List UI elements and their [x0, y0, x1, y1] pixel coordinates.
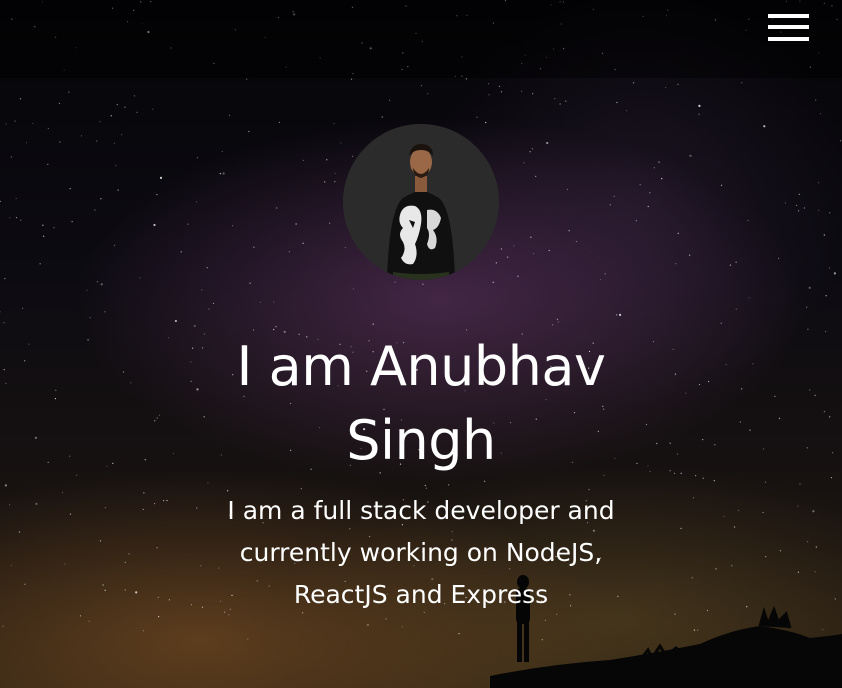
- hamburger-bar: [768, 25, 809, 29]
- hero-headline: I am Anubhav Singh: [236, 335, 606, 472]
- hero-tagline: I am a full stack developer and currentl…: [227, 496, 615, 609]
- hamburger-bar: [768, 14, 809, 18]
- hamburger-menu-icon[interactable]: [768, 14, 809, 41]
- profile-avatar: [343, 124, 499, 280]
- page: I am Anubhav Singh I am a full stack dev…: [0, 0, 842, 688]
- navbar: [0, 0, 842, 78]
- profile-photo: [343, 124, 499, 280]
- hamburger-bar: [768, 37, 809, 41]
